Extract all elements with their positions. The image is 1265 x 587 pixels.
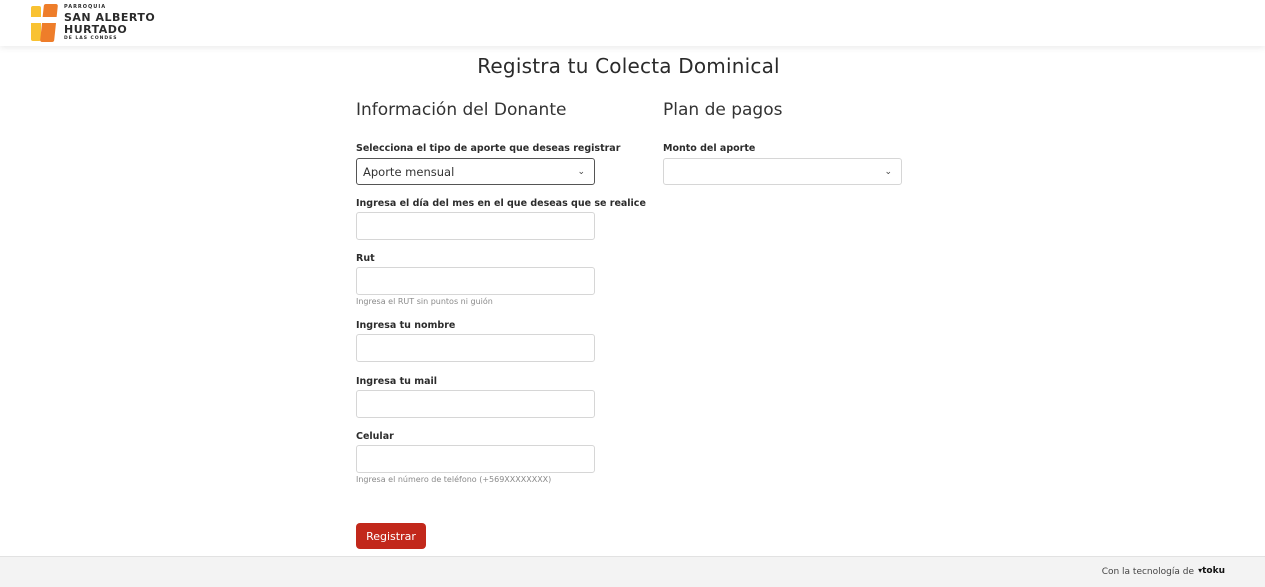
register-button[interactable]: Registrar: [356, 523, 426, 549]
toku-logo-icon[interactable]: ▾toku: [1198, 566, 1225, 576]
chevron-down-icon: ⌄: [577, 167, 585, 177]
day-of-month-label: Ingresa el día del mes en el que deseas …: [356, 198, 646, 209]
name-label: Ingresa tu nombre: [356, 320, 456, 331]
chevron-down-icon: ⌄: [884, 167, 892, 177]
logo-line-2: SAN ALBERTO: [64, 10, 156, 24]
name-input[interactable]: [356, 334, 595, 362]
logo-line-3: HURTADO: [64, 22, 128, 36]
amount-select[interactable]: ⌄: [663, 158, 902, 185]
contribution-type-value: Aporte mensual: [363, 164, 455, 179]
donor-section-title: Información del Donante: [356, 100, 567, 120]
toku-brand-text: toku: [1202, 566, 1225, 576]
phone-label: Celular: [356, 431, 394, 442]
amount-label: Monto del aporte: [663, 143, 756, 154]
plan-section-title: Plan de pagos: [663, 100, 783, 120]
logo-line-1: PARROQUIA: [64, 3, 107, 10]
mail-label: Ingresa tu mail: [356, 376, 438, 387]
site-footer: Con la tecnología de ▾toku: [0, 556, 1265, 587]
mail-input[interactable]: [356, 390, 595, 418]
cross-logo-icon: [31, 4, 61, 42]
contribution-type-label: Selecciona el tipo de aporte que deseas …: [356, 143, 621, 154]
phone-input[interactable]: [356, 445, 595, 473]
parish-logo[interactable]: PARROQUIA SAN ALBERTO HURTADO DE LAS CON…: [31, 3, 161, 43]
logo-line-4: DE LAS CONDES: [64, 35, 118, 41]
rut-input[interactable]: [356, 267, 595, 295]
footer-credit-text: Con la tecnología de: [1101, 567, 1194, 577]
phone-hint: Ingresa el número de teléfono (+569XXXXX…: [356, 475, 552, 484]
day-of-month-input[interactable]: [356, 212, 595, 240]
rut-label: Rut: [356, 253, 375, 264]
site-header: PARROQUIA SAN ALBERTO HURTADO DE LAS CON…: [0, 0, 1265, 46]
logo-text: PARROQUIA SAN ALBERTO HURTADO DE LAS CON…: [64, 3, 156, 42]
rut-hint: Ingresa el RUT sin puntos ni guión: [356, 297, 493, 306]
page-title: Registra tu Colecta Dominical: [477, 54, 780, 78]
contribution-type-select[interactable]: Aporte mensual ⌄: [356, 158, 595, 185]
